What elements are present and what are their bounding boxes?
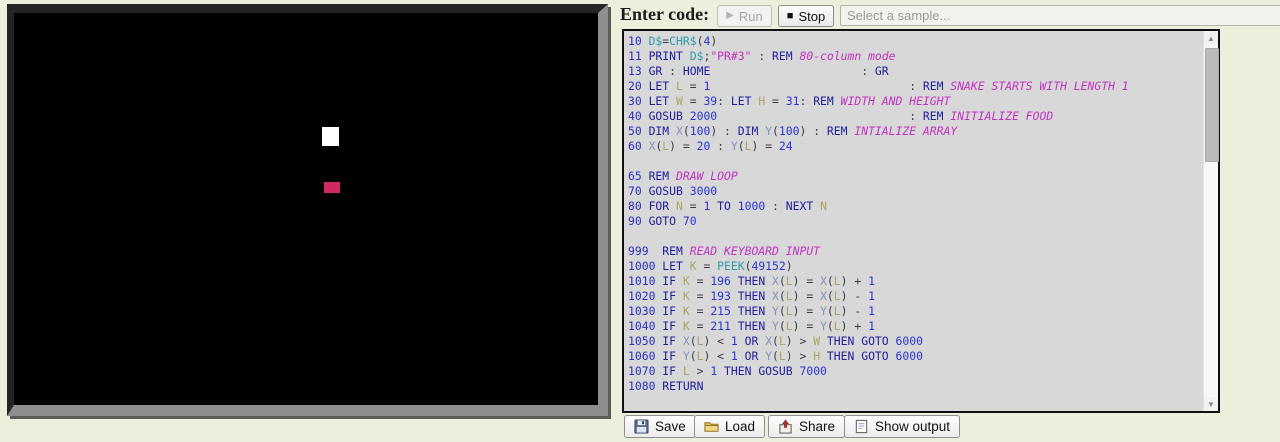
- code-line: 40 GOSUB 2000 : REM INITIALIZE FOOD: [628, 109, 1203, 124]
- scroll-up-icon: ▲: [1207, 34, 1215, 43]
- code-line: 20 LET L = 1 : REM SNAKE STARTS WITH LEN…: [628, 79, 1203, 94]
- code-line: 999 REM READ KEYBOARD INPUT: [628, 244, 1203, 259]
- code-line: 11 PRINT D$;"PR#3" : REM 80-column mode: [628, 49, 1203, 64]
- stop-icon: ■: [787, 11, 794, 22]
- code-line: 1020 IF K = 193 THEN X(L) = X(L) - 1: [628, 289, 1203, 304]
- run-button[interactable]: ▶ Run: [717, 5, 772, 27]
- floppy-disk-icon: [634, 419, 649, 434]
- code-line: 60 X(L) = 20 : Y(L) = 24: [628, 139, 1203, 154]
- show-output-button-label: Show output: [875, 419, 950, 434]
- code-line: [628, 229, 1203, 244]
- code-toolbar: Enter code: ▶ Run ■ Stop Select a sample…: [618, 0, 1280, 30]
- code-line: 1070 IF L > 1 THEN GOSUB 7000: [628, 364, 1203, 379]
- stop-button[interactable]: ■ Stop: [778, 5, 834, 27]
- editor-scrollbar[interactable]: ▲ ▼: [1203, 31, 1218, 411]
- run-button-label: Run: [739, 9, 763, 24]
- stop-button-label: Stop: [798, 9, 825, 24]
- code-line: 1050 IF X(L) < 1 OR X(L) > W THEN GOTO 6…: [628, 334, 1203, 349]
- code-line: [628, 394, 1203, 409]
- show-output-button[interactable]: Show output: [844, 415, 960, 438]
- folder-icon: [704, 419, 719, 434]
- code-line: 65 REM DRAW LOOP: [628, 169, 1203, 184]
- snake-pixel: [322, 127, 339, 146]
- code-line: 1030 IF K = 215 THEN Y(L) = Y(L) - 1: [628, 304, 1203, 319]
- code-line: 30 LET W = 39: LET H = 31: REM WIDTH AND…: [628, 94, 1203, 109]
- code-line: 1080 RETURN: [628, 379, 1203, 394]
- code-line: 1999 REM CREATE FOOD: [628, 409, 1203, 411]
- document-icon: [854, 419, 869, 434]
- scrollbar-thumb[interactable]: [1205, 48, 1219, 162]
- apple2-screen: [14, 13, 598, 405]
- sample-select[interactable]: Select a sample...: [840, 5, 1280, 26]
- code-line: 80 FOR N = 1 TO 1000 : NEXT N: [628, 199, 1203, 214]
- code-line: 1010 IF K = 196 THEN X(L) = X(L) + 1: [628, 274, 1203, 289]
- share-icon: [778, 419, 793, 434]
- save-button[interactable]: Save: [624, 415, 696, 438]
- apple2-screen-bezel: [7, 4, 608, 416]
- scroll-down-icon: ▼: [1207, 400, 1215, 409]
- sample-select-placeholder: Select a sample...: [847, 8, 950, 23]
- code-line: 90 GOTO 70: [628, 214, 1203, 229]
- code-line: 70 GOSUB 3000: [628, 184, 1203, 199]
- file-actions-bar: Save Load Share Show output: [622, 414, 1280, 442]
- enter-code-label: Enter code:: [620, 4, 709, 25]
- scroll-up-button[interactable]: ▲: [1204, 31, 1218, 45]
- load-button[interactable]: Load: [694, 415, 765, 438]
- save-button-label: Save: [655, 419, 686, 434]
- code-line: 13 GR : HOME : GR: [628, 64, 1203, 79]
- code-line: 1000 LET K = PEEK(49152): [628, 259, 1203, 274]
- food-pixel: [324, 182, 340, 193]
- code-editor[interactable]: 10 D$=CHR$(4)11 PRINT D$;"PR#3" : REM 80…: [622, 29, 1220, 413]
- code-line: 10 D$=CHR$(4): [628, 34, 1203, 49]
- share-button-label: Share: [799, 419, 835, 434]
- code-line: 50 DIM X(100) : DIM Y(100) : REM INTIALI…: [628, 124, 1203, 139]
- code-line: 1040 IF K = 211 THEN Y(L) = Y(L) + 1: [628, 319, 1203, 334]
- code-line: [628, 154, 1203, 169]
- run-icon: ▶: [726, 11, 734, 21]
- scroll-down-button[interactable]: ▼: [1204, 397, 1218, 411]
- load-button-label: Load: [725, 419, 755, 434]
- share-button[interactable]: Share: [768, 415, 845, 438]
- code-lines[interactable]: 10 D$=CHR$(4)11 PRINT D$;"PR#3" : REM 80…: [624, 31, 1203, 411]
- code-line: 1060 IF Y(L) < 1 OR Y(L) > H THEN GOTO 6…: [628, 349, 1203, 364]
